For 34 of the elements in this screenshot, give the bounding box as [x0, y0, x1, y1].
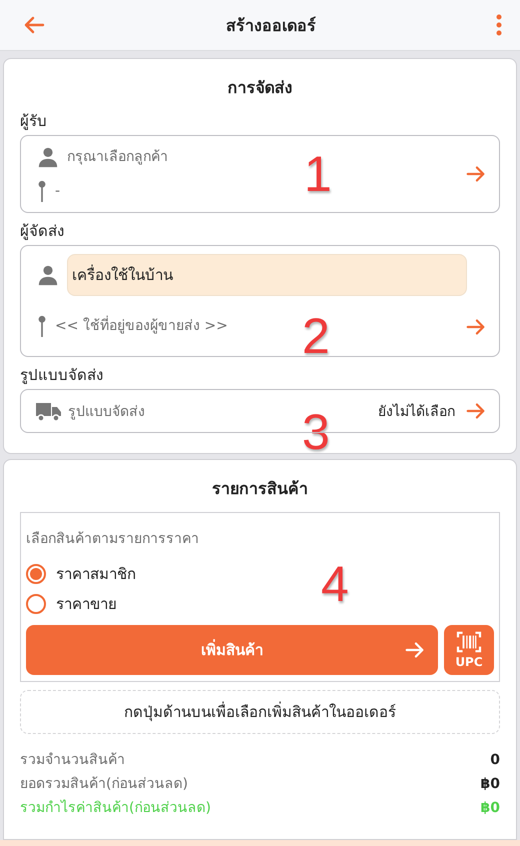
person-icon [37, 146, 59, 168]
radio-button[interactable] [26, 564, 46, 584]
more-icon [496, 13, 502, 37]
shipping-label: รูปแบบจัดส่ง [68, 403, 146, 422]
annotation-number: 1 [304, 149, 332, 199]
more-button[interactable] [496, 13, 502, 37]
truck-icon [35, 400, 62, 422]
shipping-value: ยังไม่ได้เลือก [378, 402, 455, 422]
page-title: สร้างออเดอร์ [226, 14, 316, 36]
sender-name-field[interactable]: เครื่องใช้ในบ้าน [67, 254, 467, 296]
empty-hint: กดปุ่มด้านบนเพื่อเลือกเพิ่มสินค้าในออเดอร์ [20, 690, 500, 734]
price-option[interactable]: ราคาสมาชิก [26, 559, 136, 589]
address-text: - [55, 182, 60, 201]
total-label: รวมกำไรค่าสินค้า(ก่อนส่วนลด) [20, 799, 211, 817]
pin-icon [37, 180, 47, 202]
price-option[interactable]: ราคาขาย [26, 589, 117, 619]
total-value: ฿0 [480, 799, 500, 817]
field-label: รูปแบบจัดส่ง [20, 365, 104, 385]
annotation-number: 4 [321, 559, 349, 609]
total-value: ฿0 [480, 775, 500, 793]
radio-button[interactable] [26, 594, 46, 614]
section-title: การจัดส่ง [226, 77, 294, 99]
section-title: รายการสินค้า [211, 478, 309, 500]
address-text: << ใช้ที่อยู่ของผู้ขายส่ง >> [55, 316, 228, 336]
person-icon [37, 264, 59, 286]
price-list-label: เลือกสินค้าตามรายการราคา [26, 530, 200, 549]
pin-icon [37, 315, 47, 337]
customer-placeholder: กรุณาเลือกลูกค้า [67, 148, 168, 167]
total-label: รวมจำนวนสินค้า [20, 751, 125, 769]
total-label: ยอดรวมสินค้า(ก่อนส่วนลด) [20, 775, 188, 793]
total-value: 0 [490, 751, 500, 769]
barcode-icon [455, 631, 483, 653]
field-label: ผู้จัดส่ง [20, 221, 65, 241]
field-label: ผู้รับ [20, 111, 48, 131]
